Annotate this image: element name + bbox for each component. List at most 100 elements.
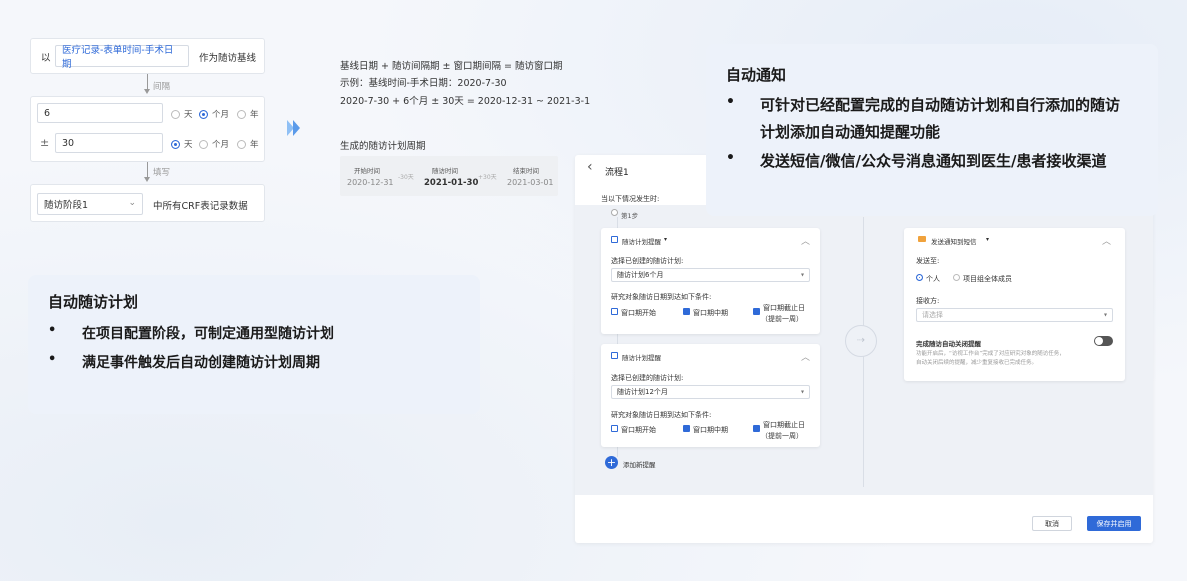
window-sign: ± xyxy=(40,136,50,149)
fill-suffix: 中所有CRF表记录数据 xyxy=(153,201,248,212)
opt-window-mid: 窗口期中期 xyxy=(693,426,728,434)
checkbox-window-end[interactable] xyxy=(753,308,760,315)
auto-close-desc-1: 功能开启后，“访视工作台”完成了对应研究对象的随访任务， xyxy=(916,351,1065,357)
add-reminder-label[interactable]: 添加新提醒 xyxy=(623,459,656,469)
window-input[interactable]: 30 xyxy=(55,133,163,153)
window-unit-day[interactable]: 天 xyxy=(171,138,193,150)
auto-close-title: 完成随访自动关闭提醒 xyxy=(916,340,981,348)
radio-icon xyxy=(237,139,246,149)
interval-unit-year[interactable]: 年 xyxy=(237,108,259,120)
opt-window-end-note: （提前一周） xyxy=(761,315,803,323)
auto-notify-bullet-2: 发送短信/微信/公众号消息通知到医生/患者接收渠道 xyxy=(760,152,1107,170)
connector-line xyxy=(147,74,148,90)
auto-notify-title: 自动通知 xyxy=(726,66,787,84)
dropdown-caret-icon: ▾ xyxy=(800,388,804,396)
checkbox-window-start[interactable] xyxy=(611,308,618,315)
auto-plan-card: 自动随访计划 • 在项目配置阶段，可制定通用型随访计划 • 满足事件触发后自动创… xyxy=(28,275,480,414)
flow-canvas: 第1步 随访计划提醒 ▾ ︿ 选择已创建的随访计划: 随访计划6个月 ▾ 研究对象… xyxy=(575,205,1153,495)
collapse-icon[interactable]: ︿ xyxy=(801,350,810,363)
start-label: 开始时间 xyxy=(354,167,380,175)
cancel-button[interactable]: 取消 xyxy=(1032,516,1072,531)
formula-line-3: 2020-7-30 + 6个月 ± 30天 = 2020-12-31 ~ 202… xyxy=(340,96,591,107)
checkbox-window-end[interactable] xyxy=(753,425,760,432)
auto-notify-bullet-1: 可针对已经配置完成的自动随访计划和自行添加的随访计划添加自动通知提醒功能 xyxy=(760,96,1121,141)
opt-window-mid: 窗口期中期 xyxy=(693,309,728,317)
checkbox-window-mid[interactable] xyxy=(683,425,690,432)
stage-select[interactable]: 随访阶段1 ⌄ xyxy=(37,193,143,215)
auto-plan-bullet-2: 满足事件触发后自动创建随访计划周期 xyxy=(82,355,320,371)
visit-label: 随访时间 xyxy=(432,167,458,175)
radio-icon xyxy=(171,109,180,119)
radio-selected-icon xyxy=(171,139,180,149)
opt-person: 个人 xyxy=(926,275,940,283)
auto-close-desc-2: 自动关闭后续的提醒，减少重复接收已完成任务。 xyxy=(916,360,1038,366)
start-date: 2020-12-31 xyxy=(347,178,394,187)
step-circle-icon xyxy=(611,209,618,216)
add-reminder-icon[interactable]: + xyxy=(605,456,618,469)
interval-unit-day[interactable]: 天 xyxy=(171,108,193,120)
reminder-2-title: 随访计划提醒 xyxy=(622,354,661,362)
dropdown-caret-icon[interactable]: ▾ xyxy=(986,236,989,243)
opt-group: 项目组全体成员 xyxy=(963,275,1012,283)
reminder-1-plan-select[interactable]: 随访计划6个月 ▾ xyxy=(611,268,810,282)
calendar-icon xyxy=(611,352,618,359)
fill-row: 随访阶段1 ⌄ 中所有CRF表记录数据 xyxy=(30,184,265,222)
window-unit-month[interactable]: 个月 xyxy=(199,138,229,150)
opt-window-end-note: （提前一周） xyxy=(761,432,803,440)
reminder-1-title: 随访计划提醒 xyxy=(622,238,661,246)
formula-line-1: 基线日期 + 随访间隔期 ± 窗口期间隔 = 随访窗口期 xyxy=(340,61,563,72)
opt-window-end: 窗口期截止日 xyxy=(763,421,805,429)
bullet-dot: • xyxy=(726,94,735,110)
baseline-prefix: 以 xyxy=(41,53,51,64)
dropdown-caret-icon[interactable]: ▾ xyxy=(664,236,667,243)
interval-input[interactable]: 6 xyxy=(37,103,163,123)
window-unit-year[interactable]: 年 xyxy=(237,138,259,150)
double-chevron-right-icon xyxy=(287,120,300,136)
fill-label: 填写 xyxy=(153,168,171,178)
interval-unit-month[interactable]: 个月 xyxy=(199,108,229,120)
end-label: 结束时间 xyxy=(513,167,539,175)
generated-period-strip: 开始时间 2020-12-31 -30天 随访时间 2021-01-30 +30… xyxy=(340,156,558,196)
back-icon[interactable]: ‹ xyxy=(587,159,593,175)
visit-date: 2021-01-30 xyxy=(424,178,479,188)
receiver-label: 接收方: xyxy=(916,297,940,305)
radio-icon xyxy=(237,109,246,119)
baseline-suffix: 作为随访基线 xyxy=(199,53,257,64)
auto-plan-bullet-1: 在项目配置阶段，可制定通用型随访计划 xyxy=(82,326,334,342)
radio-person[interactable] xyxy=(916,274,923,281)
plus-label: +30天 xyxy=(478,174,497,181)
reminder-card-1: 随访计划提醒 ▾ ︿ 选择已创建的随访计划: 随访计划6个月 ▾ 研究对象随访日期… xyxy=(601,228,820,334)
collapse-icon[interactable]: ︿ xyxy=(801,234,810,247)
interval-label: 间隔 xyxy=(153,82,171,92)
radio-icon xyxy=(199,139,208,149)
connector-line xyxy=(147,162,148,178)
step-label: 第1步 xyxy=(621,212,639,220)
collapse-icon[interactable]: ︿ xyxy=(1102,234,1111,247)
generated-title: 生成的随访计划周期 xyxy=(340,141,426,152)
dropdown-caret-icon: ▾ xyxy=(800,271,804,279)
message-icon xyxy=(918,236,926,242)
connector-arrow xyxy=(144,89,150,94)
reminder-2-plan-select[interactable]: 随访计划12个月 ▾ xyxy=(611,385,810,399)
checkbox-window-start[interactable] xyxy=(611,425,618,432)
trigger-label: 当以下情况发生时: xyxy=(601,195,660,203)
bullet-dot: • xyxy=(726,150,735,166)
auto-close-toggle[interactable] xyxy=(1094,336,1113,346)
chevron-down-icon: ⌄ xyxy=(128,198,136,208)
save-enable-button[interactable]: 保存并启用 xyxy=(1087,516,1141,531)
bullet-dot: • xyxy=(48,352,57,367)
process-title: 流程1 xyxy=(605,168,629,178)
baseline-field-select[interactable]: 医疗记录-表单时间-手术日期 xyxy=(55,45,189,70)
receiver-select[interactable]: 请选择 ▾ xyxy=(916,308,1113,322)
radio-selected-icon xyxy=(199,109,208,119)
auto-plan-title: 自动随访计划 xyxy=(48,293,139,311)
calendar-icon xyxy=(611,236,618,243)
radio-group[interactable] xyxy=(953,274,960,281)
opt-window-end: 窗口期截止日 xyxy=(763,304,805,312)
toggle-knob xyxy=(1095,337,1103,345)
send-title: 发送通知到短信 xyxy=(931,238,977,246)
connector-arrow-icon: ⇢ xyxy=(845,325,877,357)
opt-window-start: 窗口期开始 xyxy=(621,426,656,434)
checkbox-window-mid[interactable] xyxy=(683,308,690,315)
formula-line-2: 示例：基线时间-手术日期：2020-7-30 xyxy=(340,78,507,89)
